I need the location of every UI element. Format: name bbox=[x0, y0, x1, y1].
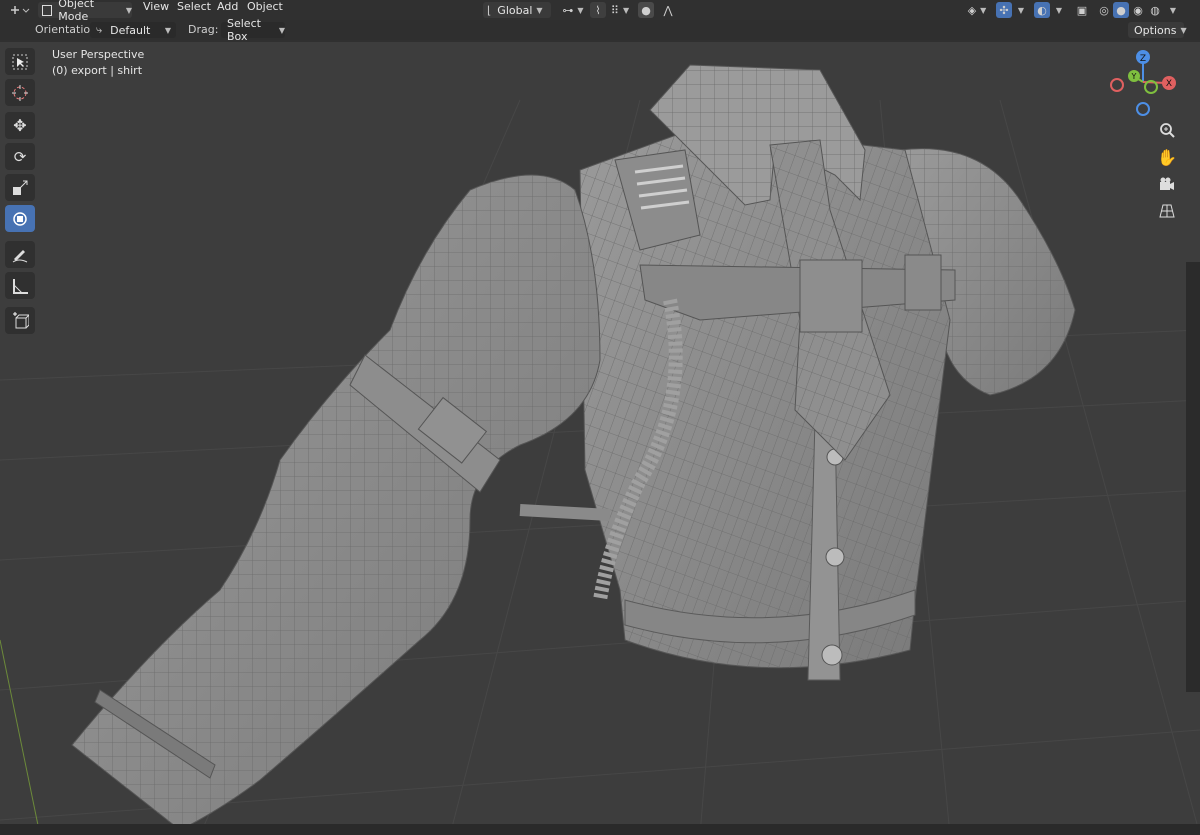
shading-wireframe-icon[interactable]: ◎ bbox=[1096, 2, 1112, 18]
viewport-info: User Perspective (0) export | shirt bbox=[52, 47, 144, 79]
shading-material-icon[interactable]: ◉ bbox=[1130, 2, 1146, 18]
menu-view[interactable]: View bbox=[143, 0, 169, 14]
gizmo-toggle-icon[interactable]: ✣ bbox=[996, 2, 1012, 18]
select-box-tool[interactable] bbox=[5, 48, 35, 75]
shading-rendered-icon[interactable]: ◍ bbox=[1147, 2, 1163, 18]
cursor-tool[interactable] bbox=[5, 79, 35, 106]
move-arrows-icon: ✥ bbox=[13, 116, 27, 135]
scale-tool[interactable] bbox=[5, 174, 35, 201]
options-dropdown[interactable]: Options ▼ bbox=[1128, 22, 1187, 38]
view-name: User Perspective bbox=[52, 48, 145, 61]
measure-tool[interactable] bbox=[5, 272, 35, 299]
properties-panel-edge[interactable] bbox=[1186, 262, 1200, 692]
transform-icon bbox=[13, 211, 27, 226]
proportional-edit-icon[interactable]: ● bbox=[638, 2, 654, 18]
ruler-icon bbox=[13, 278, 28, 294]
pan-view-button[interactable]: ✋ bbox=[1155, 145, 1179, 169]
falloff-icon[interactable]: ⋀ bbox=[656, 2, 680, 18]
add-cube-icon bbox=[13, 311, 29, 328]
editor-type-icon[interactable] bbox=[6, 2, 32, 18]
orientation-axes-icon: ⌊ bbox=[487, 3, 492, 17]
timeline-edge bbox=[0, 824, 1200, 835]
perspective-toggle-button[interactable] bbox=[1155, 199, 1179, 223]
3d-cursor-icon bbox=[12, 84, 28, 101]
gizmo-y-label: Y bbox=[1131, 72, 1137, 81]
zoom-view-button[interactable] bbox=[1155, 118, 1179, 142]
snap-target-icon[interactable]: ⠿ ▼ bbox=[607, 2, 633, 18]
gizmo-x-label: X bbox=[1166, 79, 1172, 89]
snap-toggle-icon[interactable]: ⌇ bbox=[590, 2, 606, 18]
transform-tool[interactable] bbox=[5, 205, 35, 232]
magnifier-icon bbox=[1160, 123, 1175, 138]
orientation-value: Default bbox=[110, 23, 151, 37]
orientation-dropdown[interactable]: ⤷ Default ▼ bbox=[90, 22, 176, 38]
shirt-mesh bbox=[71, 64, 1076, 831]
overlay-toggle-icon[interactable]: ◐ bbox=[1034, 2, 1050, 18]
scale-icon bbox=[13, 180, 28, 195]
add-cube-tool[interactable] bbox=[5, 307, 35, 334]
gizmo-z-label: Z bbox=[1140, 54, 1146, 64]
header-row-main: Object Mode ▼ View Select Add Object ⌊ G… bbox=[0, 0, 1200, 23]
menu-add[interactable]: Add bbox=[217, 0, 238, 14]
shading-dropdown-icon[interactable]: ▼ bbox=[1164, 2, 1178, 18]
viewport-header: Object Mode ▼ View Select Add Object ⌊ G… bbox=[0, 0, 1200, 43]
hand-icon: ✋ bbox=[1157, 147, 1177, 167]
mode-selector[interactable]: Object Mode ▼ bbox=[38, 0, 132, 23]
move-tool[interactable]: ✥ bbox=[5, 112, 35, 139]
navigation-gizmo[interactable]: Z Y X bbox=[1103, 45, 1183, 125]
grid-perspective-icon bbox=[1159, 204, 1175, 218]
xray-toggle-icon[interactable]: ▣ bbox=[1074, 2, 1090, 18]
options-label: Options bbox=[1134, 23, 1177, 37]
chevron-down-icon: ▼ bbox=[125, 5, 132, 15]
transform-orientation-selector[interactable]: ⌊ Global ▼ bbox=[483, 2, 551, 18]
shading-solid-icon[interactable]: ● bbox=[1113, 2, 1129, 18]
menu-select[interactable]: Select bbox=[177, 0, 211, 14]
object-info: (0) export | shirt bbox=[52, 64, 143, 77]
drag-label: Drag: bbox=[188, 23, 219, 36]
pencil-icon bbox=[12, 249, 28, 262]
gizmo-dropdown-icon[interactable]: ▼ bbox=[1012, 2, 1026, 18]
drag-value: Select Box bbox=[227, 17, 261, 43]
camera-view-button[interactable] bbox=[1155, 172, 1179, 196]
rotate-tool[interactable]: ⟳ bbox=[5, 143, 35, 170]
menu-object[interactable]: Object bbox=[247, 0, 283, 14]
camera-icon bbox=[1160, 177, 1174, 190]
viewport-canvas[interactable] bbox=[0, 0, 1200, 835]
chevron-down-icon: ▼ bbox=[278, 25, 285, 35]
rotate-icon: ⟳ bbox=[13, 147, 27, 166]
select-cursor-icon bbox=[12, 54, 28, 69]
overlay-dropdown-icon[interactable]: ▼ bbox=[1050, 2, 1064, 18]
chevron-down-icon: ▼ bbox=[164, 25, 171, 35]
header-row-tool-settings: Orientation: ⤷ Default ▼ Drag: Select Bo… bbox=[0, 17, 1200, 43]
transform-orientation-label: Global bbox=[497, 3, 533, 17]
chevron-down-icon: ▼ bbox=[1180, 25, 1187, 35]
orientation-default-icon: ⤷ bbox=[96, 23, 103, 36]
pivot-point-icon[interactable]: ⊶ ▼ bbox=[558, 2, 588, 18]
object-mode-icon bbox=[42, 4, 53, 16]
annotate-tool[interactable] bbox=[5, 241, 35, 268]
visibility-selector-icon[interactable]: ◈ ▼ bbox=[962, 2, 992, 18]
chevron-down-icon: ▼ bbox=[536, 5, 543, 15]
drag-dropdown[interactable]: Select Box ▼ bbox=[221, 17, 285, 43]
